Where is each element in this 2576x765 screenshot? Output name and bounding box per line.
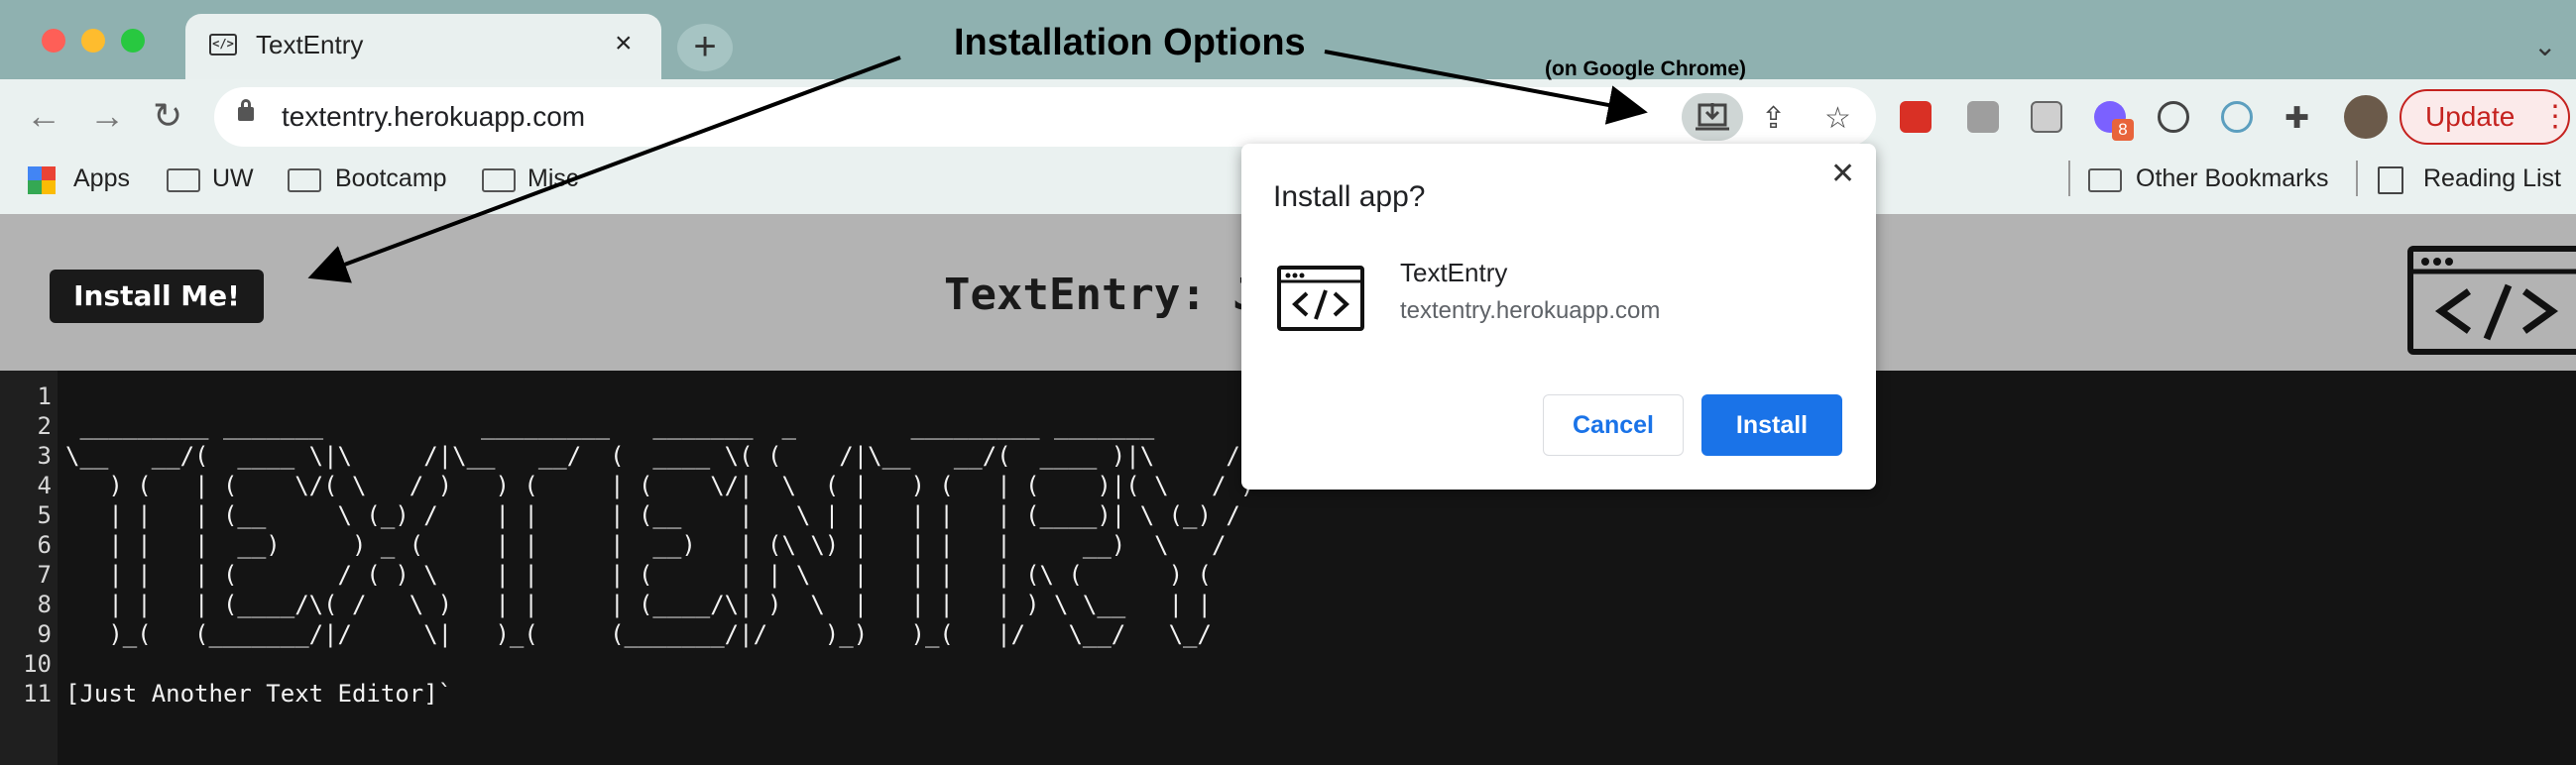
code-line[interactable]: | | | __) ) _ ( | | | __) | (\ \) | | | …	[65, 531, 1254, 559]
extensions-icon[interactable]: ✚	[2284, 101, 2309, 136]
star-icon[interactable]: ☆	[1824, 101, 1851, 136]
code-line[interactable]: \__ __/( ____ \|\ /|\__ __/ ( ____ \( ( …	[65, 442, 1254, 470]
line-number: 10	[23, 650, 52, 678]
code-line[interactable]: ) ( | ( \/( \ / ) ) ( | ( \/| \ ( | ) ( …	[65, 472, 1254, 499]
reload-icon[interactable]: ↻	[153, 95, 182, 137]
install-button[interactable]: Install	[1701, 394, 1842, 456]
extension-1-icon[interactable]	[1900, 101, 1932, 133]
bookmark-uw[interactable]: UW	[212, 164, 254, 193]
folder-icon	[167, 168, 200, 192]
tab-search-chevron-icon[interactable]: ⌄	[2533, 30, 2556, 62]
dialog-close-icon[interactable]: ✕	[1830, 157, 1855, 191]
code-line[interactable]: | | | (____/\( / \ ) | | | (____/\| ) \ …	[65, 591, 1254, 618]
dialog-title: Install app?	[1273, 180, 1426, 213]
dialog-app-url: textentry.herokuapp.com	[1400, 297, 1661, 324]
line-number: 7	[37, 561, 52, 589]
extension-3-icon[interactable]	[2031, 101, 2062, 133]
close-window-button[interactable]	[42, 29, 65, 53]
folder-icon	[2088, 168, 2122, 192]
line-number: 2	[37, 412, 52, 440]
lock-icon[interactable]	[238, 107, 254, 121]
reading-list[interactable]: Reading List	[2423, 164, 2561, 193]
share-icon[interactable]: ⇪	[1761, 101, 1786, 136]
update-label: Update	[2425, 101, 2516, 132]
profile-avatar[interactable]	[2344, 95, 2388, 139]
install-app-icon[interactable]	[1682, 93, 1743, 141]
back-icon[interactable]: ←	[26, 95, 61, 137]
line-number: 4	[37, 472, 52, 499]
annotation-subtitle: (on Google Chrome)	[1545, 57, 1746, 80]
bookmarks-divider	[2356, 161, 2358, 196]
line-number: 3	[37, 442, 52, 470]
annotation-title: Installation Options	[954, 22, 1306, 63]
page-title: TextEntry: Ju	[944, 270, 1286, 320]
code-line[interactable]: _________ _______ _________ _______ _ __…	[65, 412, 1312, 440]
minimize-window-button[interactable]	[81, 29, 105, 53]
bookmark-apps[interactable]: Apps	[73, 164, 130, 193]
menu-icon[interactable]: ⋮	[2540, 99, 2570, 134]
code-line[interactable]: [Just Another Text Editor]`	[65, 680, 452, 708]
apps-grid-icon[interactable]	[28, 166, 56, 194]
dialog-app-name: TextEntry	[1400, 258, 1508, 287]
maximize-window-button[interactable]	[121, 29, 145, 53]
app-code-icon	[1277, 266, 1364, 331]
tab-title: TextEntry	[256, 30, 364, 59]
bookmark-other[interactable]: Other Bookmarks	[2136, 164, 2329, 193]
extension-5-icon[interactable]	[2158, 101, 2189, 133]
line-number: 8	[37, 591, 52, 618]
code-logo-icon	[2407, 246, 2576, 355]
bookmark-misc[interactable]: Misc	[527, 164, 578, 193]
folder-icon	[288, 168, 321, 192]
extension-2-icon[interactable]	[1967, 101, 1999, 133]
bookmark-bootcamp[interactable]: Bootcamp	[335, 164, 447, 193]
url-text[interactable]: textentry.herokuapp.com	[282, 101, 585, 133]
code-favicon-icon: </>	[209, 34, 237, 55]
new-tab-button[interactable]: +	[677, 24, 733, 71]
cancel-button[interactable]: Cancel	[1543, 394, 1684, 456]
bookmarks-divider	[2068, 161, 2070, 196]
forward-icon[interactable]: →	[89, 95, 125, 137]
code-line[interactable]: | | | ( / ( ) \ | | | ( | | \ | | | | (\…	[65, 561, 1254, 589]
tab-close-icon[interactable]: ×	[615, 27, 633, 60]
code-line[interactable]: )_( (_______/|/ \| )_( (_______/|/ )_) )…	[65, 620, 1254, 648]
line-number: 11	[23, 680, 52, 708]
code-line[interactable]: | | | (__ \ (_) / | | | (__ | \ | | | | …	[65, 501, 1254, 529]
reading-list-icon	[2378, 166, 2403, 194]
install-me-button[interactable]: Install Me!	[50, 270, 264, 323]
line-number: 6	[37, 531, 52, 559]
line-number: 9	[37, 620, 52, 648]
folder-icon	[482, 168, 516, 192]
line-number: 1	[37, 382, 52, 410]
extension-badge: 8	[2112, 119, 2134, 141]
line-number: 5	[37, 501, 52, 529]
react-devtools-icon[interactable]	[2221, 101, 2253, 133]
